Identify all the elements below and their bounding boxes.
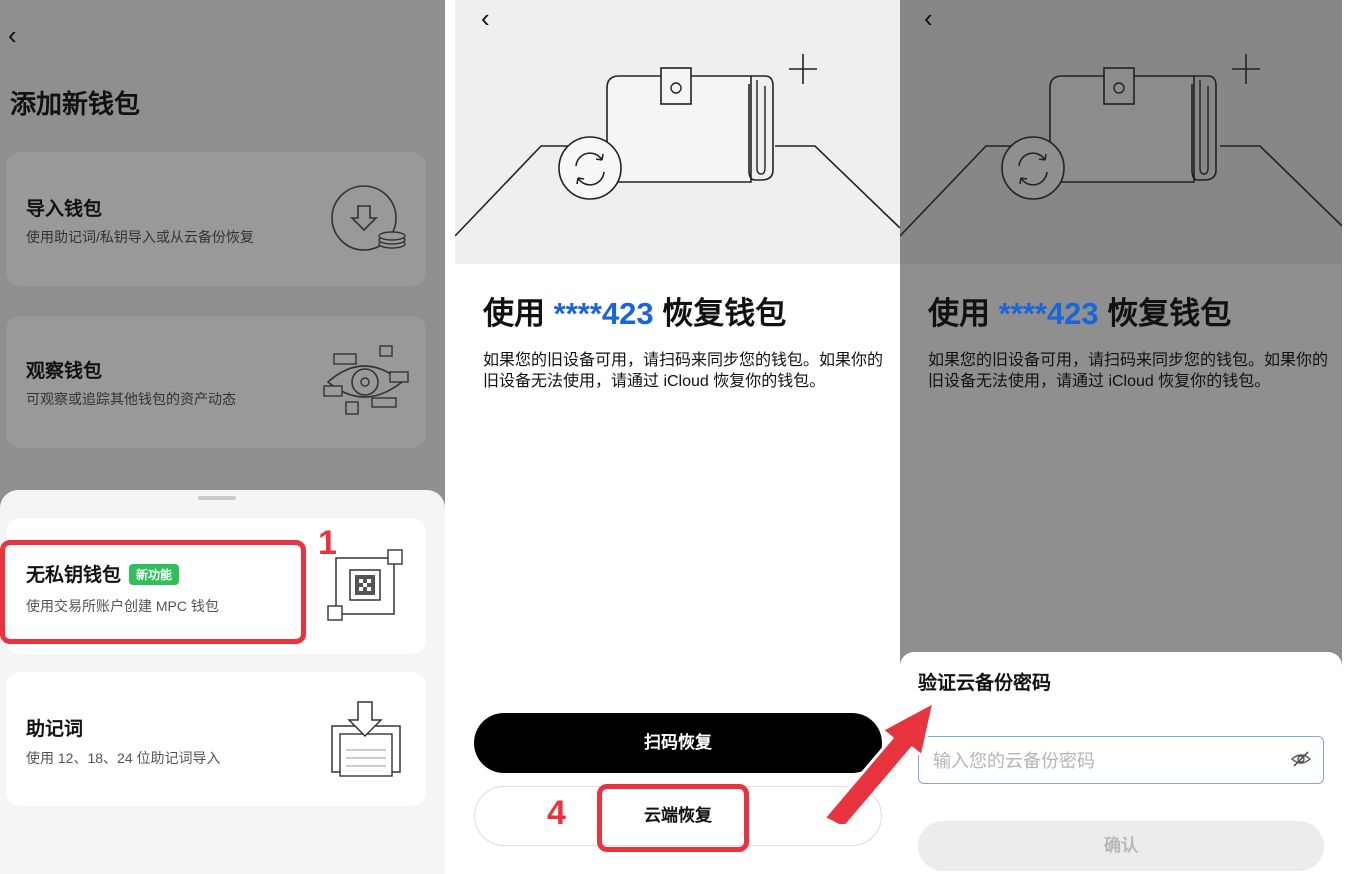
restore-title: 使用 ****423 恢复钱包 xyxy=(928,288,1231,333)
watch-wallet-card[interactable]: 观察钱包 可观察或追踪其他钱包的资产动态 xyxy=(6,316,426,448)
download-coin-icon xyxy=(331,185,406,251)
page-title: 添加新钱包 xyxy=(10,89,141,119)
eye-watch-icon xyxy=(323,345,409,415)
card-title: 导入钱包 xyxy=(26,199,103,220)
card-subtitle: 使用 12、18、24 位助记词导入 xyxy=(26,750,221,766)
restore-description: 如果您的旧设备可用，请扫码来同步您的钱包。如果你的旧设备无法使用，请通过 iCl… xyxy=(483,352,884,390)
password-input[interactable] xyxy=(931,745,1275,777)
password-field[interactable] xyxy=(918,736,1324,784)
import-document-icon xyxy=(331,701,401,777)
restore-title: 使用 ****423 恢复钱包 xyxy=(483,288,786,333)
mnemonic-card[interactable]: 助记词 使用 12、18、24 位助记词导入 xyxy=(6,672,426,806)
back-button[interactable]: ‹ xyxy=(481,5,490,31)
card-title: 助记词 xyxy=(26,719,84,740)
card-subtitle: 可观察或追踪其他钱包的资产动态 xyxy=(26,391,236,407)
title-suffix: 恢复钱包 xyxy=(1098,296,1232,331)
verify-password-dialog: 验证云备份密码 确认 xyxy=(900,652,1342,874)
wallet-sync-illustration xyxy=(455,54,900,237)
card-subtitle: 使用助记词/私钥导入或从云备份恢复 xyxy=(26,229,254,245)
back-button[interactable]: ‹ xyxy=(924,5,933,31)
step-number-4: 4 xyxy=(547,794,566,832)
highlight-box-keyless xyxy=(0,540,306,644)
confirm-button[interactable]: 确认 xyxy=(918,821,1324,871)
step-number-1: 1 xyxy=(318,524,337,562)
account-masked: ****423 xyxy=(998,296,1099,331)
import-wallet-card[interactable]: 导入钱包 使用助记词/私钥导入或从云备份恢复 xyxy=(6,152,426,286)
dialog-title: 验证云备份密码 xyxy=(918,673,1052,694)
title-prefix: 使用 xyxy=(928,296,999,331)
hero-illustration xyxy=(900,0,1342,264)
highlight-box-cloud xyxy=(597,784,749,852)
card-title: 观察钱包 xyxy=(26,361,103,382)
restore-description: 如果您的旧设备可用，请扫码来同步您的钱包。如果你的旧设备无法使用，请通过 iCl… xyxy=(928,352,1329,390)
account-masked: ****423 xyxy=(553,296,654,331)
title-suffix: 恢复钱包 xyxy=(653,296,787,331)
sheet-handle[interactable] xyxy=(198,496,236,500)
add-wallet-screen: ‹ 添加新钱包 导入钱包 使用助记词/私钥导入或从云备份恢复 观察钱包 可观察或… xyxy=(0,0,445,874)
wallet-sync-illustration xyxy=(900,54,1342,237)
arrow-pointer-icon xyxy=(822,700,936,824)
verify-password-screen: ‹ 使用 ****423 恢复钱包 如果您的旧设备可用，请扫码来同步您的钱包。如… xyxy=(900,0,1342,874)
panel-divider xyxy=(445,0,455,874)
title-prefix: 使用 xyxy=(483,296,554,331)
back-button[interactable]: ‹ xyxy=(8,22,17,48)
eye-off-icon[interactable] xyxy=(1291,750,1311,768)
hero-illustration xyxy=(455,0,900,264)
